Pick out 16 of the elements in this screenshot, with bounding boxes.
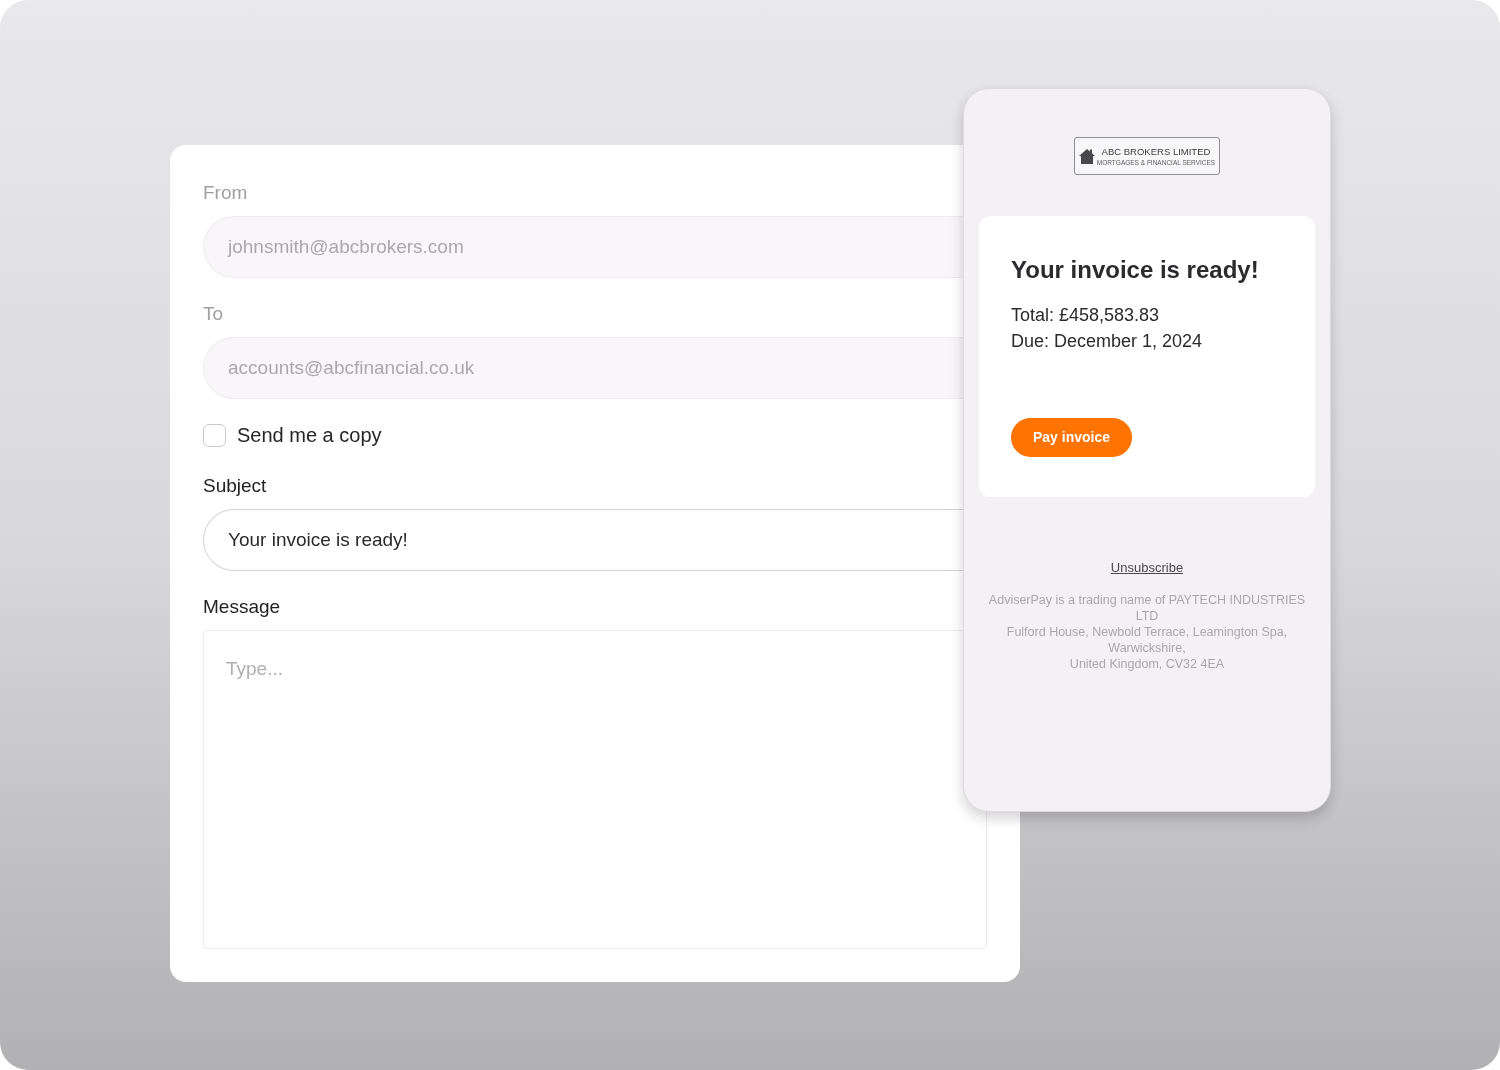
field-label: From bbox=[203, 181, 248, 205]
message-textarea[interactable]: Type... bbox=[203, 630, 987, 949]
footer-address: AdviserPay is a trading name of PAYTECH INDUSTRIES LTD Fulford House, Newbold Terrace, Leamington Spa, Warwickshire, United Kingdom, CV32 4EA bbox=[987, 592, 1307, 672]
pay-invoice-button[interactable]: Pay invoice bbox=[1011, 418, 1133, 457]
logo-name: ABC BROKERS LIMITED bbox=[1101, 145, 1211, 158]
field-label: Message bbox=[203, 595, 281, 619]
house-icon bbox=[1078, 148, 1095, 164]
invoice-due-date: Due: December 1, 2024 bbox=[1011, 330, 1203, 353]
checkbox[interactable] bbox=[203, 423, 226, 447]
unsubscribe-link[interactable]: Unsubscribe bbox=[1110, 559, 1184, 577]
field-label: To bbox=[203, 302, 224, 326]
invoice-total: Total: £458,583.83 bbox=[1011, 304, 1160, 327]
invoice-title: Your invoice is ready! bbox=[1011, 255, 1259, 285]
email-field[interactable]: Your invoice is ready! bbox=[203, 509, 963, 571]
field-label: Subject bbox=[203, 474, 267, 498]
checkbox-label: Send me a copy bbox=[237, 423, 382, 447]
